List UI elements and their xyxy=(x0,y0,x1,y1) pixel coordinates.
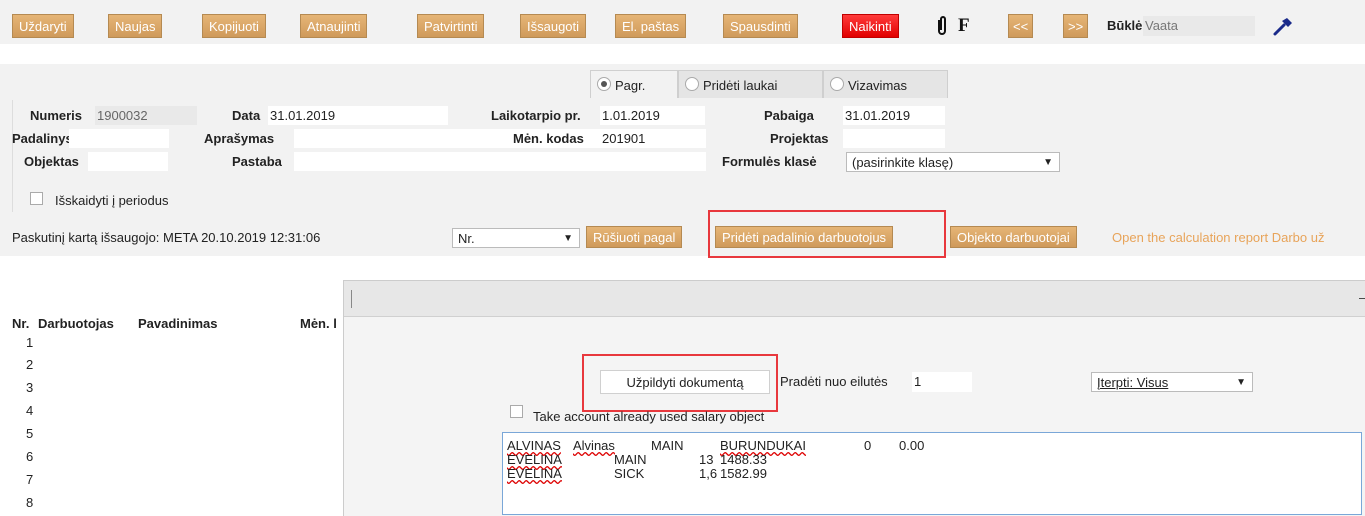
col-pavadinimas: Pavadinimas xyxy=(138,316,218,331)
radio-icon xyxy=(830,77,844,91)
tab-prideti-laukai[interactable]: Pridėti laukai xyxy=(678,70,823,98)
email-button[interactable]: El. paštas xyxy=(615,14,687,38)
confirm-button[interactable]: Patvirtinti xyxy=(417,14,485,38)
prev-button[interactable]: << xyxy=(1008,14,1034,38)
data-label: Data xyxy=(232,108,261,123)
delete-button[interactable]: Naikinti xyxy=(842,14,899,38)
hammer-icon[interactable] xyxy=(1272,15,1294,40)
men-kodas-label: Mėn. kodas xyxy=(513,131,584,146)
paperclip-icon[interactable] xyxy=(935,15,949,40)
radio-icon xyxy=(685,77,699,91)
dropdown-arrow-icon: ▼ xyxy=(563,233,573,244)
line-2-col-3: 13 xyxy=(699,452,714,467)
col-darbuotojas: Darbuotojas xyxy=(38,316,114,331)
row-number: 7 xyxy=(26,472,34,487)
projektas-field[interactable] xyxy=(843,129,945,148)
line-1-col-2: Alvinas xyxy=(573,438,615,453)
sort-select[interactable]: Nr. ▼ xyxy=(452,228,580,248)
pabaiga-field[interactable]: 31.01.2019 xyxy=(843,106,945,125)
numeris-field: 1900032 xyxy=(95,106,197,125)
line-3-col-3: 1,6 xyxy=(699,466,718,481)
objektas-field[interactable] xyxy=(88,152,168,171)
employees-textarea[interactable]: ALVINAS Alvinas MAIN BURUNDUKAI 0 0.00 E… xyxy=(502,432,1362,515)
saved-info: Paskutinį kartą išsaugojo: META 20.10.20… xyxy=(12,230,321,245)
row-number: 3 xyxy=(26,380,34,395)
row-number: 2 xyxy=(26,357,34,372)
row-number: 6 xyxy=(26,449,34,464)
laikotarpio-field[interactable]: 1.01.2019 xyxy=(600,106,705,125)
save-button[interactable]: Išsaugoti xyxy=(520,14,587,38)
print-button[interactable]: Spausdinti xyxy=(723,14,798,38)
row-number: 8 xyxy=(26,495,34,510)
formules-select[interactable]: (pasirinkite klasę) ▼ xyxy=(846,152,1060,172)
line-1-col-1: ALVINAS xyxy=(507,438,561,453)
tab-vizavimas[interactable]: Vizavimas xyxy=(823,70,948,98)
padalinys-label: Padalinys xyxy=(12,131,73,146)
dropdown-arrow-icon: ▼ xyxy=(1043,157,1053,168)
row-number: 5 xyxy=(26,426,34,441)
row-number: 1 xyxy=(26,335,34,350)
sort-button[interactable]: Rūšiuoti pagal xyxy=(586,226,683,248)
take-account-label: Take account already used salary object xyxy=(533,409,765,424)
line-3-col-2: SICK xyxy=(614,466,645,481)
projektas-label: Projektas xyxy=(770,131,829,146)
pabaiga-label: Pabaiga xyxy=(764,108,814,123)
formules-value: (pasirinkite klasę) xyxy=(852,155,954,170)
objektas-label: Objektas xyxy=(24,154,79,169)
f-icon[interactable]: F xyxy=(958,14,970,38)
dialog-titlebar[interactable] xyxy=(344,281,1365,317)
line-1-col-4: BURUNDUKAI xyxy=(720,438,806,453)
isskaidyti-checkbox[interactable] xyxy=(30,192,43,205)
status-label: Būklė: xyxy=(1107,18,1147,33)
new-button[interactable]: Naujas xyxy=(108,14,163,38)
report-link[interactable]: Open the calculation report Darbo už xyxy=(1112,230,1324,245)
col-nr: Nr. xyxy=(12,316,30,331)
object-employees-button[interactable]: Objekto darbuotojai xyxy=(950,226,1077,248)
next-button[interactable]: >> xyxy=(1063,14,1089,38)
isskaidyti-label: Išskaidyti į periodus xyxy=(55,193,169,208)
row-number: 4 xyxy=(26,403,34,418)
numeris-label: Numeris xyxy=(30,108,83,123)
darbuotojas-column xyxy=(40,334,124,515)
aprasymas-label: Aprašymas xyxy=(204,131,275,146)
tab-label: Pagr. xyxy=(615,78,646,93)
radio-icon xyxy=(597,77,611,91)
insert-value: Įterpti: Visus xyxy=(1097,375,1169,390)
men-kodas-field[interactable]: 201901 xyxy=(600,129,705,148)
close-button[interactable]: Uždaryti xyxy=(12,14,74,38)
padalinys-field[interactable] xyxy=(69,129,169,148)
line-2-col-2: MAIN xyxy=(614,452,647,467)
men-column xyxy=(300,334,343,515)
dialog-close-icon[interactable]: – xyxy=(1359,290,1365,305)
laikotarpio-label: Laikotarpio pr. xyxy=(491,108,581,123)
sort-value: Nr. xyxy=(458,231,475,246)
tab-label: Pridėti laukai xyxy=(703,78,778,93)
line-2-col-4: 1488.33 xyxy=(720,452,767,467)
start-row-label: Pradėti nuo eilutės xyxy=(780,374,888,389)
line-1-col-3: MAIN xyxy=(651,438,684,453)
highlight-box xyxy=(582,354,778,412)
copy-button[interactable]: Kopijuoti xyxy=(202,14,266,38)
highlight-box xyxy=(708,210,946,258)
refresh-button[interactable]: Atnaujinti xyxy=(300,14,368,38)
formules-label: Formulės klasė xyxy=(722,154,817,169)
dropdown-arrow-icon: ▼ xyxy=(1236,377,1246,388)
col-men: Mėn. l xyxy=(300,316,337,331)
pastaba-field[interactable] xyxy=(294,152,706,171)
tab-pagr[interactable]: Pagr. xyxy=(590,70,678,98)
line-3-col-1: EVELINA xyxy=(507,466,562,481)
line-1-col-5: 0 xyxy=(864,438,872,453)
pastaba-label: Pastaba xyxy=(232,154,282,169)
line-3-col-4: 1582.99 xyxy=(720,466,767,481)
take-account-checkbox[interactable] xyxy=(510,405,523,418)
start-row-input[interactable]: 1 xyxy=(912,372,972,392)
tab-label: Vizavimas xyxy=(848,78,908,93)
line-1-col-6: 0.00 xyxy=(899,438,925,453)
insert-select[interactable]: Įterpti: Visus ▼ xyxy=(1091,372,1253,392)
pavadinimas-column xyxy=(139,334,297,515)
text-cursor xyxy=(351,290,352,308)
line-2-col-1: EVELINA xyxy=(507,452,562,467)
status-value: Vaata xyxy=(1143,16,1255,36)
data-field[interactable]: 31.01.2019 xyxy=(268,106,448,125)
